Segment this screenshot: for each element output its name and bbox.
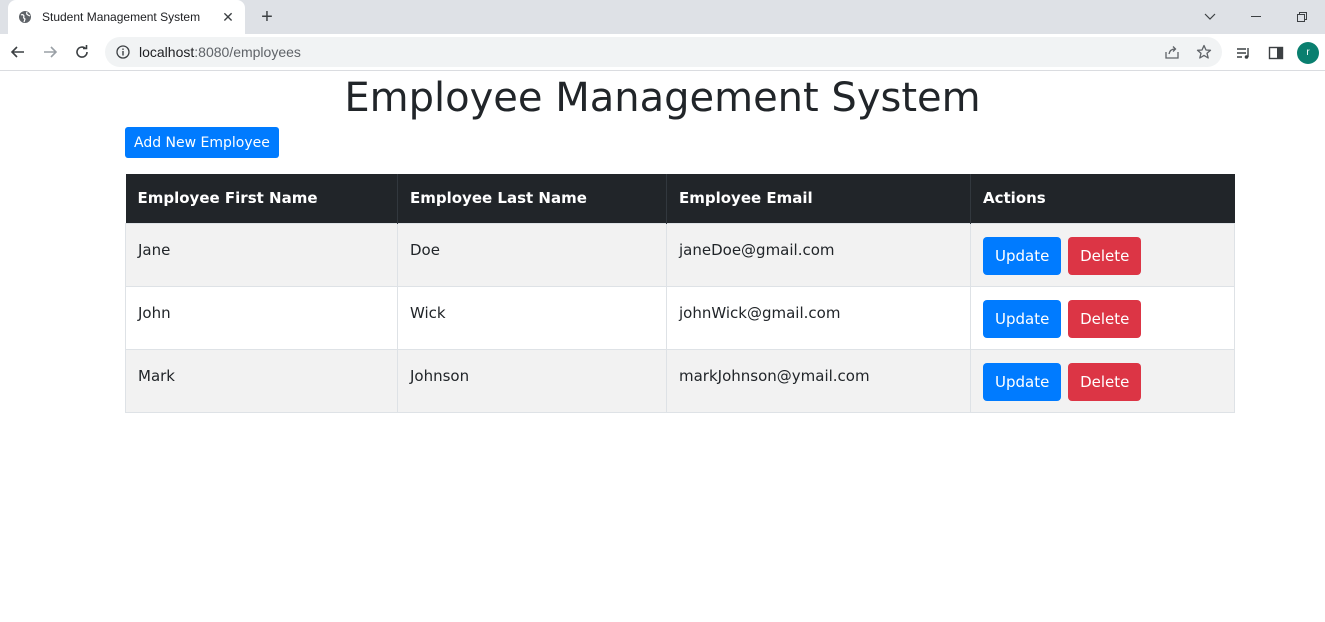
globe-icon <box>18 10 32 24</box>
header-first-name: Employee First Name <box>125 174 398 223</box>
page-title: Employee Management System <box>344 75 981 121</box>
cell-first-name: Mark <box>125 348 398 413</box>
header-email: Employee Email <box>666 174 971 223</box>
cell-email: johnWick@gmail.com <box>666 285 971 350</box>
star-icon[interactable] <box>1194 42 1214 62</box>
close-icon[interactable]: ✕ <box>217 6 239 28</box>
cell-last-name: Doe <box>397 222 667 287</box>
cell-email: janeDoe@gmail.com <box>666 222 971 287</box>
add-employee-button[interactable]: Add New Employee <box>125 127 279 158</box>
cell-actions: Update Delete <box>970 348 1235 413</box>
media-icon[interactable] <box>1233 42 1255 64</box>
browser-tab-bar: Student Management System ✕ + <box>0 0 1325 34</box>
cell-first-name: Jane <box>125 222 398 287</box>
side-panel-icon[interactable] <box>1265 42 1287 64</box>
url-path: :8080/employees <box>194 44 301 60</box>
employee-table: Employee First Name Employee Last Name E… <box>125 174 1235 413</box>
update-button[interactable]: Update <box>983 236 1062 275</box>
browser-tab[interactable]: Student Management System ✕ <box>8 0 245 34</box>
table-row: Jane Doe janeDoe@gmail.com Update Delete <box>125 222 1235 287</box>
info-icon[interactable] <box>115 44 131 60</box>
update-button[interactable]: Update <box>983 299 1062 338</box>
delete-button[interactable]: Delete <box>1068 236 1142 275</box>
browser-toolbar: localhost:8080/employees r <box>0 34 1325 71</box>
url-host: localhost <box>139 44 195 60</box>
cell-email: markJohnson@ymail.com <box>666 348 971 413</box>
chevron-down-icon[interactable] <box>1187 0 1233 34</box>
avatar[interactable]: r <box>1297 41 1319 64</box>
table-header-row: Employee First Name Employee Last Name E… <box>125 174 1235 223</box>
cell-first-name: John <box>125 285 398 350</box>
restore-icon[interactable] <box>1279 0 1325 34</box>
tab-title: Student Management System <box>42 10 201 24</box>
delete-button[interactable]: Delete <box>1068 299 1142 338</box>
address-bar[interactable]: localhost:8080/employees <box>105 37 1222 67</box>
update-button[interactable]: Update <box>983 362 1062 401</box>
window-controls <box>1187 0 1325 34</box>
share-icon[interactable] <box>1162 42 1182 62</box>
header-last-name: Employee Last Name <box>397 174 667 223</box>
cell-actions: Update Delete <box>970 285 1235 350</box>
table-row: John Wick johnWick@gmail.com Update Dele… <box>125 285 1235 350</box>
forward-arrow-icon[interactable] <box>34 36 66 68</box>
reload-icon[interactable] <box>66 36 98 68</box>
table-row: Mark Johnson markJohnson@ymail.com Updat… <box>125 348 1235 413</box>
cell-actions: Update Delete <box>970 222 1235 287</box>
delete-button[interactable]: Delete <box>1068 362 1142 401</box>
page-content: Employee Management System Add New Emplo… <box>0 71 1325 622</box>
cell-last-name: Johnson <box>397 348 667 413</box>
back-arrow-icon[interactable] <box>2 36 34 68</box>
plus-icon[interactable]: + <box>256 6 278 28</box>
header-actions: Actions <box>970 174 1235 223</box>
cell-last-name: Wick <box>397 285 667 350</box>
minimize-icon[interactable] <box>1233 0 1279 34</box>
